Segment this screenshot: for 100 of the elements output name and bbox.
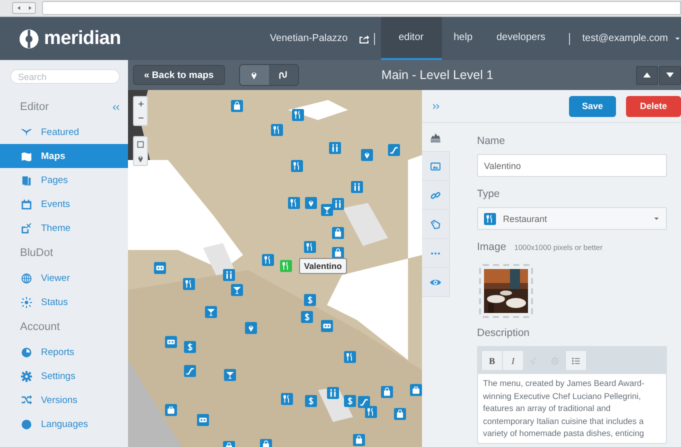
fork-knife-icon[interactable] — [271, 124, 283, 136]
location-icon — [136, 154, 145, 162]
card-icon[interactable] — [165, 336, 177, 348]
bold-button[interactable]: B — [482, 351, 502, 370]
mode-button[interactable] — [268, 65, 298, 85]
luggage-icon[interactable] — [410, 384, 422, 396]
back-to-maps-button[interactable]: « Back to maps — [133, 65, 225, 85]
logo-icon — [19, 28, 39, 48]
delete-button[interactable]: Delete — [626, 96, 681, 116]
up-icon — [642, 70, 652, 80]
forward-icon — [26, 5, 32, 11]
fork-knife-icon[interactable] — [304, 241, 316, 253]
panel-tab[interactable] — [422, 152, 450, 181]
restroom-icon[interactable] — [351, 181, 363, 193]
calendar-icon — [21, 198, 32, 210]
sidebar-item[interactable]: Events — [0, 192, 128, 216]
collapse-icon — [111, 102, 120, 112]
sidebar-item[interactable]: Settings — [0, 364, 128, 388]
location-icon — [249, 70, 260, 80]
bag-icon[interactable] — [381, 386, 393, 398]
bag-icon[interactable] — [332, 247, 344, 259]
sidebar-item[interactable]: Pages — [0, 168, 128, 192]
dollar-icon[interactable] — [344, 395, 356, 407]
location-icon[interactable] — [361, 149, 373, 161]
name-field[interactable]: Valentino — [477, 154, 667, 177]
sidebar-item[interactable]: Reports — [0, 340, 128, 364]
wing-icon — [21, 126, 32, 138]
layers-icon — [430, 132, 441, 142]
location-icon[interactable] — [245, 322, 257, 334]
mode-button[interactable] — [240, 65, 269, 85]
image-dropzone[interactable] — [479, 264, 533, 318]
location-name: Venetian-Palazzo — [270, 33, 348, 44]
list-button[interactable] — [566, 351, 586, 370]
globe-icon — [21, 272, 32, 284]
nav-link[interactable]: editor — [380, 17, 442, 60]
dollar-icon[interactable] — [184, 341, 196, 353]
bag-icon[interactable] — [231, 100, 243, 112]
sidebar-item[interactable]: Theme — [0, 216, 128, 240]
escalator-icon[interactable] — [184, 365, 196, 377]
dollar-icon[interactable] — [304, 294, 316, 306]
escalator-icon[interactable] — [358, 396, 370, 408]
save-button[interactable]: Save — [568, 96, 616, 116]
card-icon[interactable] — [197, 414, 209, 426]
sidebar-item[interactable]: Viewer — [0, 266, 128, 290]
cocktail-icon[interactable] — [205, 306, 217, 318]
bag-icon[interactable] — [394, 408, 406, 420]
field-label: Image — [477, 241, 506, 253]
pie-chart-icon — [21, 346, 32, 358]
sidebar-item[interactable]: Maps — [0, 144, 128, 168]
link-icon — [430, 190, 441, 200]
escalator-icon[interactable] — [388, 144, 400, 156]
address-field[interactable] — [42, 1, 681, 15]
user-email[interactable]: test@example.com — [582, 33, 668, 44]
back-icon — [16, 5, 22, 11]
dollar-icon[interactable] — [305, 395, 317, 407]
dollar-icon[interactable] — [301, 311, 313, 323]
location-icon[interactable] — [305, 197, 317, 209]
sidebar-item[interactable]: Status — [0, 290, 128, 314]
fork-knife-icon[interactable] — [280, 260, 292, 272]
panel-tab[interactable] — [422, 268, 450, 297]
nav-link[interactable]: help — [442, 17, 484, 60]
edit-icon — [21, 222, 32, 234]
card-icon[interactable] — [321, 320, 333, 332]
fork-knife-icon[interactable] — [292, 109, 304, 121]
fork-knife-icon[interactable] — [291, 160, 303, 172]
map-title: Main - Level Level 1 — [380, 68, 494, 82]
search-field[interactable]: Search — [10, 69, 120, 84]
fork-knife-icon[interactable] — [365, 406, 377, 418]
route-icon — [278, 70, 288, 80]
fork-knife-icon[interactable] — [183, 278, 195, 290]
field-label: Name — [477, 135, 506, 147]
bag-icon[interactable] — [332, 227, 344, 239]
bag-icon[interactable] — [353, 434, 365, 446]
level-down-button[interactable] — [659, 66, 681, 84]
fork-knife-icon[interactable] — [288, 197, 300, 209]
sidebar-item[interactable]: Versions — [0, 388, 128, 412]
luggage-icon[interactable] — [165, 404, 177, 416]
cocktail-icon[interactable] — [231, 284, 243, 296]
sidebar-item[interactable]: Featured — [0, 120, 128, 144]
restroom-icon[interactable] — [327, 387, 339, 399]
fork-knife-icon[interactable] — [344, 351, 356, 363]
panel-tab[interactable] — [422, 181, 450, 210]
restroom-icon[interactable] — [332, 198, 344, 210]
restroom-icon[interactable] — [329, 142, 341, 154]
cocktail-icon[interactable] — [321, 204, 333, 216]
fork-knife-icon[interactable] — [262, 254, 274, 266]
sidebar-item[interactable]: Languages — [0, 412, 128, 436]
card-icon[interactable] — [154, 262, 166, 274]
fork-knife-icon[interactable] — [281, 393, 293, 405]
description-text[interactable]: The menu, created by James Beard Award-winning Executive Chef Luciano Pellegrini, features an array of traditional and contemporary Italian cuisine that includes a variety of homemade pasta dishes, enticing — [478, 374, 660, 442]
collapse-button[interactable] — [111, 102, 120, 112]
panel-tab[interactable] — [422, 210, 450, 239]
type-dropdown[interactable]: Restaurant — [477, 207, 667, 230]
field-label: Type — [477, 188, 501, 200]
nav-link[interactable]: developers — [484, 17, 558, 60]
cocktail-icon[interactable] — [224, 369, 236, 381]
sun-icon — [21, 296, 32, 308]
restroom-icon[interactable] — [223, 269, 235, 281]
italic-button[interactable]: I — [503, 351, 523, 370]
level-up-button[interactable] — [636, 66, 658, 84]
